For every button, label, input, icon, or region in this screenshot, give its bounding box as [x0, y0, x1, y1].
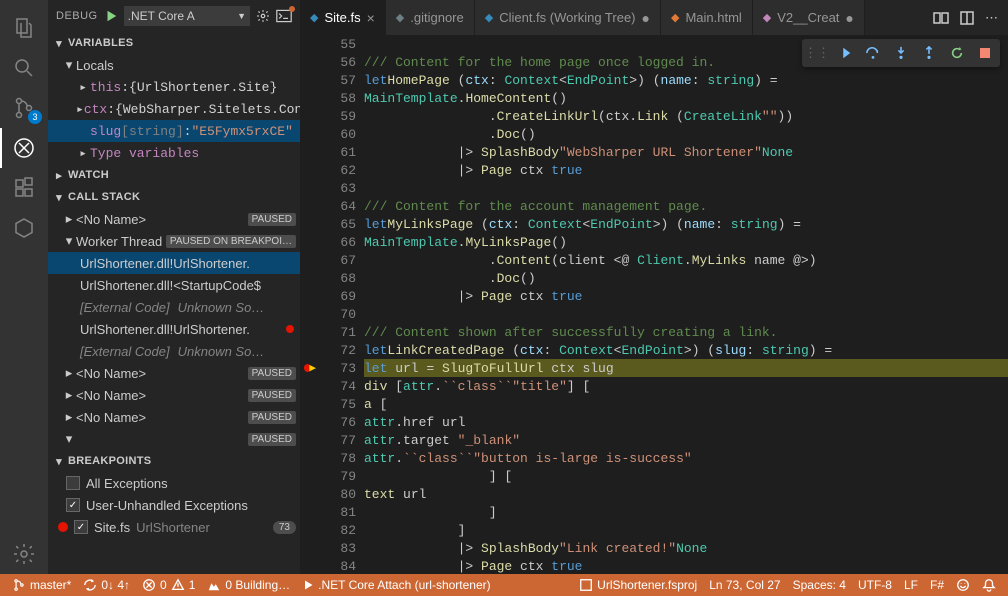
breakpoint-dot-icon [286, 325, 294, 333]
activity-bar: 3 [0, 0, 48, 574]
debug-stop-button[interactable] [972, 41, 998, 65]
breakpoint-dot-icon [58, 522, 68, 532]
cursor-position[interactable]: Ln 73, Col 27 [703, 574, 786, 596]
debug-config-dropdown[interactable]: .NET Core A ▼ [124, 6, 250, 26]
callstack-frame-1[interactable]: UrlShortener.dll!<StartupCode$ [48, 274, 300, 296]
branch-status[interactable]: master* [6, 574, 77, 596]
extensions-icon[interactable] [0, 168, 48, 208]
feedback-icon[interactable] [950, 574, 976, 596]
debug-console-icon[interactable] [276, 9, 292, 23]
breakpoint-sitefs[interactable]: Site.fs UrlShortener 73 [48, 516, 300, 538]
checkbox-checked-icon[interactable] [66, 498, 80, 512]
editor-body[interactable]: ⋮⋮ 5556 /// Content for the home page on… [300, 35, 1008, 574]
encoding-status[interactable]: UTF-8 [852, 574, 898, 596]
callstack-frame-2[interactable]: [External Code]Unknown So… [48, 296, 300, 318]
debug-toolbar: DEBUG .NET Core A ▼ [48, 0, 300, 32]
callstack-noname-2[interactable]: ▸<No Name> PAUSED [48, 384, 300, 406]
indentation-status[interactable]: Spaces: 4 [787, 574, 852, 596]
breakpoint-user-exceptions[interactable]: User-Unhandled Exceptions [48, 494, 300, 516]
debug-grip-icon[interactable]: ⋮⋮ [804, 41, 830, 65]
scm-badge: 3 [28, 110, 42, 124]
debug-target-status[interactable]: .NET Core Attach (url-shortener) [296, 574, 497, 596]
debug-settings-icon[interactable] [256, 9, 270, 23]
build-status[interactable]: 0 Building… [201, 574, 296, 596]
locals-node[interactable]: ▾Locals [48, 54, 300, 76]
debug-stepover-button[interactable] [860, 41, 886, 65]
debug-icon[interactable] [0, 128, 48, 168]
debug-title: DEBUG [56, 10, 98, 22]
breakpoint-all-exceptions[interactable]: All Exceptions [48, 472, 300, 494]
watch-section-header[interactable]: ▸WATCH [48, 164, 300, 186]
more-icon[interactable]: ⋯ [985, 10, 998, 26]
callstack-noname-1[interactable]: ▸<No Name> PAUSED [48, 362, 300, 384]
code-view[interactable]: 5556 /// Content for the home page once … [364, 35, 1008, 574]
debug-controls: ⋮⋮ [802, 39, 1000, 67]
notifications-icon[interactable] [976, 574, 1002, 596]
debug-restart-button[interactable] [944, 41, 970, 65]
unknown-icon[interactable] [0, 208, 48, 248]
debug-stepout-button[interactable] [916, 41, 942, 65]
modified-icon[interactable] [642, 10, 650, 26]
checkbox-checked-icon[interactable] [74, 520, 88, 534]
tab--gitignore[interactable]: ◆.gitignore [386, 0, 475, 35]
variable-row[interactable]: ▸ctx: {WebSharper.Sitelets.Con… [48, 98, 300, 120]
variable-row[interactable]: ▸this: {UrlShortener.Site} [48, 76, 300, 98]
gear-icon[interactable] [0, 534, 48, 574]
debug-stepin-button[interactable] [888, 41, 914, 65]
project-status[interactable]: UrlShortener.fsproj [573, 574, 703, 596]
variables-section-header[interactable]: ▾VARIABLES [48, 32, 300, 54]
callstack-frame-3[interactable]: UrlShortener.dll!UrlShortener. [48, 318, 300, 340]
variable-row[interactable]: slug [string]: "E5Fymx5rxCE" [48, 120, 300, 142]
callstack-noname-3[interactable]: ▸<No Name> PAUSED [48, 406, 300, 428]
callstack-frame-0[interactable]: UrlShortener.dll!UrlShortener. [48, 252, 300, 274]
callstack-worker-thread[interactable]: ▾Worker Thread PAUSED ON BREAKPOI… [48, 230, 300, 252]
editor-area: ◆Site.fs×◆.gitignore◆Client.fs (Working … [300, 0, 1008, 574]
close-icon[interactable]: × [367, 10, 375, 26]
language-status[interactable]: F# [924, 574, 950, 596]
sync-status[interactable]: 0↓ 4↑ [77, 574, 136, 596]
eol-status[interactable]: LF [898, 574, 924, 596]
variable-row[interactable]: ▸Type variables [48, 142, 300, 164]
status-bar: master* 0↓ 4↑ 0 1 0 Building… .NET Core … [0, 574, 1008, 596]
checkbox-icon[interactable] [66, 476, 80, 490]
debug-continue-button[interactable] [832, 41, 858, 65]
debug-start-button[interactable] [104, 9, 118, 23]
callstack-noname-0[interactable]: ▸<No Name> PAUSED [48, 208, 300, 230]
tab-main-html[interactable]: ◆Main.html [661, 0, 753, 35]
search-icon[interactable] [0, 48, 48, 88]
debug-sidebar: DEBUG .NET Core A ▼ ▾VARIABLES ▾Locals ▸… [48, 0, 300, 574]
split-icon[interactable] [959, 10, 975, 26]
diff-icon[interactable] [933, 10, 949, 26]
callstack-frame-4[interactable]: [External Code]Unknown So… [48, 340, 300, 362]
explorer-icon[interactable] [0, 8, 48, 48]
callstack-section-header[interactable]: ▾CALL STACK [48, 186, 300, 208]
callstack-noname-4[interactable]: ▾ PAUSED [48, 428, 300, 450]
problems-status[interactable]: 0 1 [136, 574, 201, 596]
modified-icon[interactable] [845, 10, 853, 26]
tab-site-fs[interactable]: ◆Site.fs× [300, 0, 386, 35]
tab-bar: ◆Site.fs×◆.gitignore◆Client.fs (Working … [300, 0, 1008, 35]
breakpoints-section-header[interactable]: ▾BREAKPOINTS [48, 450, 300, 472]
tab-client-fs-working-tree-[interactable]: ◆Client.fs (Working Tree) [475, 0, 661, 35]
scm-icon[interactable]: 3 [0, 88, 48, 128]
tab-v2-creat[interactable]: ◆V2__Creat [753, 0, 865, 35]
